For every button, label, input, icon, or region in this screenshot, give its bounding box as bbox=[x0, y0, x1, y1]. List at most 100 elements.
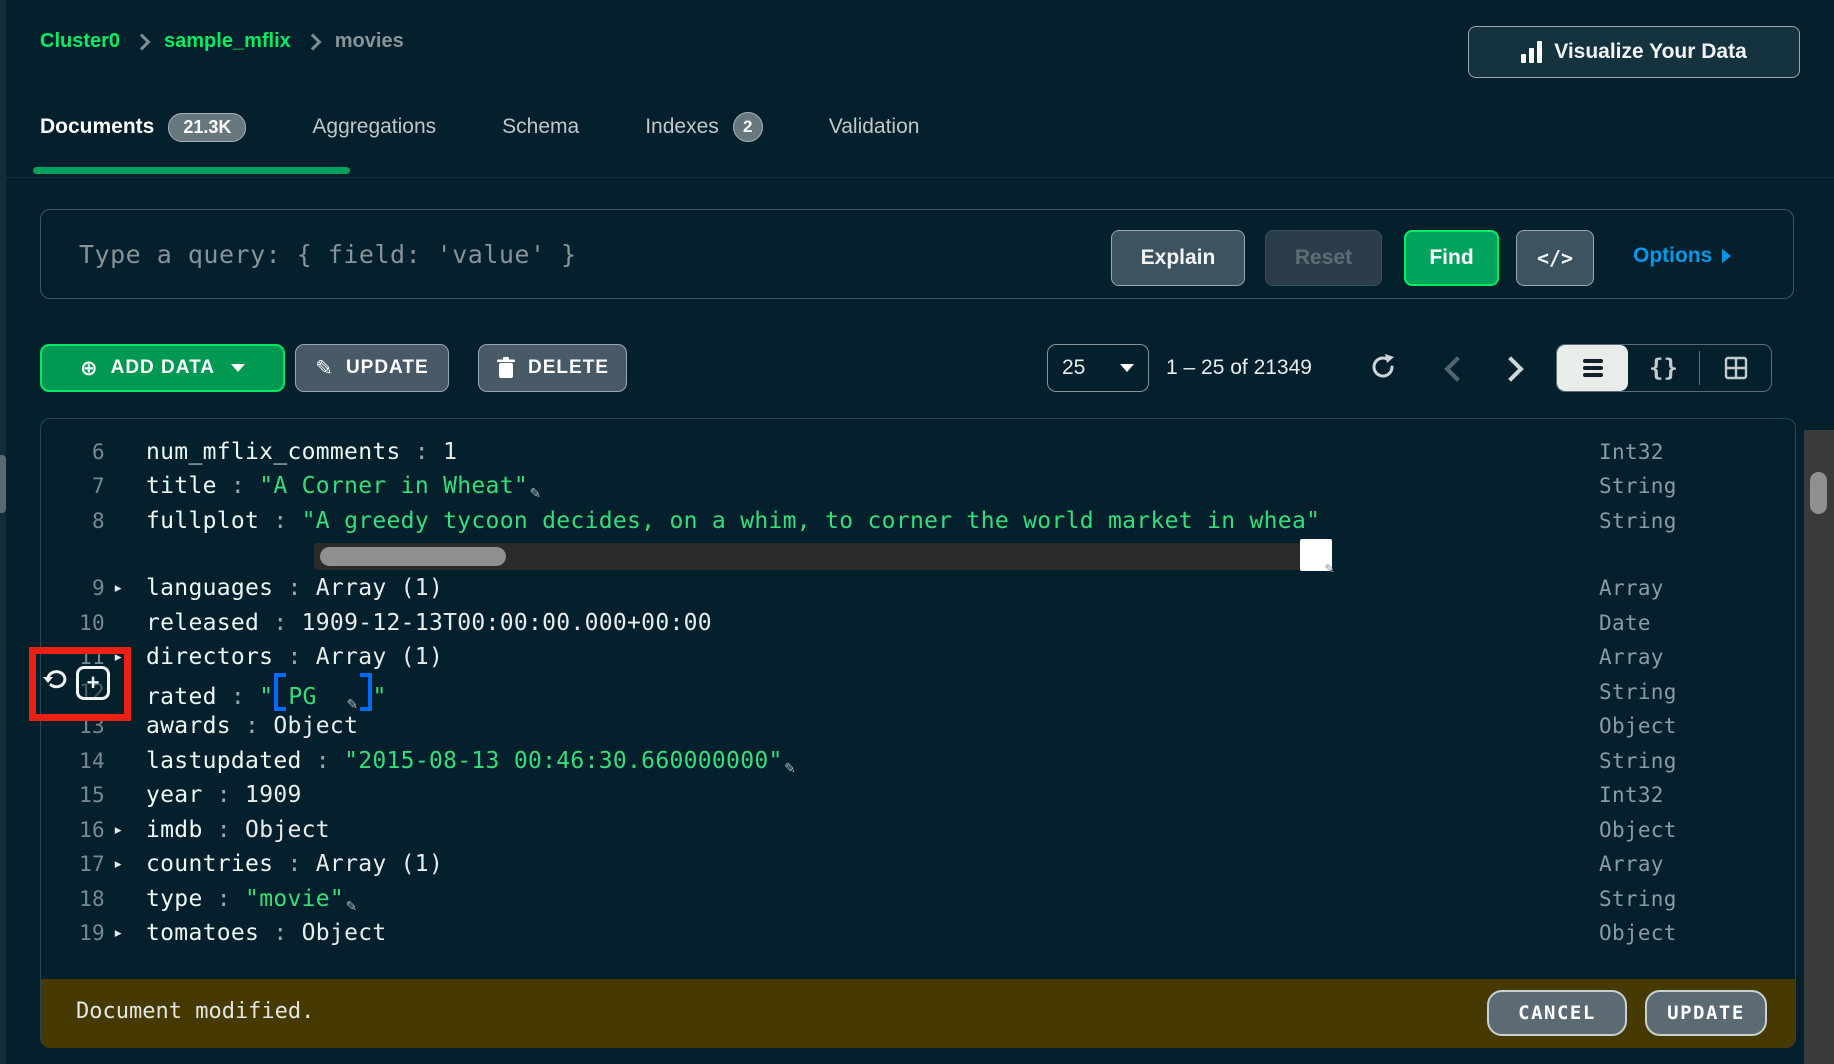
visualize-your-data-button[interactable]: Visualize Your Data bbox=[1468, 26, 1800, 78]
page-size-select[interactable]: 25 bbox=[1047, 344, 1149, 392]
query-options-toggle[interactable]: Options bbox=[1633, 244, 1731, 268]
expand-caret-icon[interactable]: ▸ bbox=[113, 820, 137, 840]
bson-type-label[interactable]: Object bbox=[1599, 818, 1677, 842]
open-quote: " bbox=[259, 684, 273, 710]
field-name[interactable]: tomatoes bbox=[146, 920, 259, 946]
field-name[interactable]: countries bbox=[146, 851, 273, 877]
field-name[interactable]: released bbox=[146, 610, 259, 636]
bson-type-label[interactable]: Int32 bbox=[1599, 783, 1664, 807]
field-name[interactable]: year bbox=[146, 782, 203, 808]
field-value[interactable]: "movie" bbox=[245, 886, 344, 912]
find-button[interactable]: Find bbox=[1404, 230, 1499, 286]
field-value[interactable]: "2015-08-13 00:46:30.660000000" bbox=[344, 748, 783, 774]
tab-documents[interactable]: Documents21.3K bbox=[40, 113, 246, 142]
expand-caret-icon[interactable]: ▸ bbox=[113, 647, 137, 667]
bson-type-label[interactable]: Object bbox=[1599, 921, 1677, 945]
refresh-button[interactable] bbox=[1368, 352, 1398, 387]
expand-caret-icon[interactable]: ▸ bbox=[113, 854, 137, 874]
expand-caret-icon[interactable]: ▸ bbox=[113, 923, 137, 943]
cancel-button[interactable]: CANCEL bbox=[1487, 990, 1627, 1036]
pencil-icon[interactable]: ✎ bbox=[785, 758, 796, 778]
field-name[interactable]: type bbox=[146, 886, 203, 912]
field-name[interactable]: fullplot bbox=[146, 508, 259, 534]
field-name[interactable]: num_mflix_comments bbox=[146, 439, 401, 465]
bson-type-label[interactable]: String bbox=[1599, 680, 1677, 704]
reset-button[interactable]: Reset bbox=[1265, 230, 1382, 286]
bson-type-label[interactable]: Array bbox=[1599, 852, 1664, 876]
field-value[interactable]: Array (1) bbox=[316, 851, 443, 877]
key-value-separator: : bbox=[273, 644, 315, 670]
field-value[interactable]: "A greedy tycoon decides, on a whim, to … bbox=[302, 508, 1321, 534]
add-field-button[interactable]: + bbox=[76, 666, 110, 700]
bson-type-label[interactable]: String bbox=[1599, 887, 1677, 911]
tab-aggregations[interactable]: Aggregations bbox=[312, 115, 436, 139]
page-size-value: 25 bbox=[1062, 356, 1085, 380]
next-page-button[interactable] bbox=[1498, 356, 1523, 381]
delete-button[interactable]: DELETE bbox=[478, 344, 627, 392]
field-value[interactable]: Array (1) bbox=[316, 575, 443, 601]
breadcrumb-database[interactable]: sample_mflix bbox=[164, 30, 291, 53]
bson-type-label[interactable]: Array bbox=[1599, 645, 1664, 669]
row-content: released : 1909-12-13T00:00:00.000+00:00 bbox=[146, 610, 712, 636]
horizontal-scrollbar-thumb[interactable] bbox=[320, 547, 506, 566]
pencil-icon[interactable]: ✎ bbox=[530, 483, 541, 503]
field-value[interactable]: Array (1) bbox=[316, 644, 443, 670]
prev-page-button[interactable] bbox=[1444, 356, 1469, 381]
bson-type-label[interactable]: Date bbox=[1599, 611, 1651, 635]
field-value[interactable]: Object bbox=[302, 920, 387, 946]
tab-indexes[interactable]: Indexes2 bbox=[645, 112, 763, 142]
pencil-icon[interactable]: ✎ bbox=[346, 896, 357, 916]
list-view-button[interactable] bbox=[1557, 345, 1628, 391]
field-value[interactable]: 1909-12-13T00:00:00.000+00:00 bbox=[302, 610, 712, 636]
field-value[interactable]: "A Corner in Wheat" bbox=[259, 473, 528, 499]
line-number: 19 bbox=[41, 921, 105, 945]
line-number: 14 bbox=[41, 749, 105, 773]
bson-type-label[interactable]: String bbox=[1599, 749, 1677, 773]
update-button[interactable]: ✎ UPDATE bbox=[295, 344, 449, 392]
expand-caret-icon[interactable]: ▸ bbox=[113, 578, 137, 598]
line-number: 13 bbox=[41, 714, 105, 738]
add-data-button[interactable]: ⊕ ADD DATA bbox=[40, 344, 285, 392]
tab-label: Aggregations bbox=[312, 115, 436, 139]
table-view-button[interactable] bbox=[1700, 345, 1771, 391]
field-name[interactable]: awards bbox=[146, 713, 231, 739]
field-value[interactable]: 1909 bbox=[245, 782, 302, 808]
document-row-lastupdated: 14lastupdated : "2015-08-13 00:46:30.660… bbox=[41, 743, 1795, 778]
breadcrumb-cluster[interactable]: Cluster0 bbox=[40, 30, 120, 53]
vertical-scrollbar-thumb[interactable] bbox=[1810, 472, 1827, 514]
revert-change-button[interactable] bbox=[42, 668, 70, 695]
field-name[interactable]: rated bbox=[146, 684, 217, 710]
tab-count-badge: 21.3K bbox=[168, 113, 246, 142]
bson-type-label[interactable]: String bbox=[1599, 474, 1677, 498]
value-horizontal-scrollbar[interactable] bbox=[314, 543, 1330, 570]
bson-type-label[interactable]: Array bbox=[1599, 576, 1664, 600]
update-document-button[interactable]: UPDATE bbox=[1645, 990, 1767, 1036]
pagination-range-label: 1 – 25 of 21349 bbox=[1166, 356, 1312, 380]
tab-validation[interactable]: Validation bbox=[829, 115, 920, 139]
field-value[interactable]: Object bbox=[273, 713, 358, 739]
sidebar-expand-handle[interactable] bbox=[0, 455, 6, 513]
chevron-down-icon bbox=[231, 364, 245, 372]
breadcrumb-chevron-icon bbox=[134, 33, 151, 50]
field-name[interactable]: directors bbox=[146, 644, 273, 670]
line-number: 7 bbox=[41, 474, 105, 498]
field-name[interactable]: lastupdated bbox=[146, 748, 302, 774]
bson-type-label[interactable]: Object bbox=[1599, 714, 1677, 738]
document-vertical-scrollbar[interactable] bbox=[1804, 430, 1834, 1064]
field-name[interactable]: languages bbox=[146, 575, 273, 601]
active-tab-indicator bbox=[33, 167, 350, 174]
explain-button[interactable]: Explain bbox=[1111, 230, 1245, 286]
field-value-editing[interactable]: PG bbox=[288, 684, 345, 710]
view-switcher: {} bbox=[1556, 344, 1772, 392]
tab-schema[interactable]: Schema bbox=[502, 115, 579, 139]
key-value-separator: : bbox=[273, 575, 315, 601]
field-value[interactable]: 1 bbox=[443, 439, 457, 465]
code-view-toggle-button[interactable]: </> bbox=[1516, 230, 1594, 286]
document-card: ✎ Document modified. CANCEL UPDATE 6num_… bbox=[40, 418, 1796, 1048]
field-value[interactable]: Object bbox=[245, 817, 330, 843]
bson-type-label[interactable]: String bbox=[1599, 509, 1677, 533]
field-name[interactable]: imdb bbox=[146, 817, 203, 843]
json-view-button[interactable]: {} bbox=[1628, 345, 1699, 391]
bson-type-label[interactable]: Int32 bbox=[1599, 440, 1664, 464]
field-name[interactable]: title bbox=[146, 473, 217, 499]
